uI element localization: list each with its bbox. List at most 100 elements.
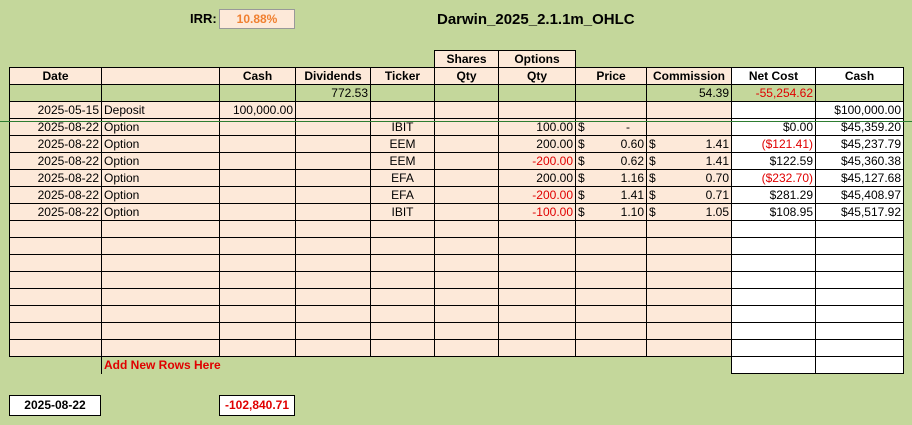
empty-cell[interactable]: [498, 237, 576, 255]
cell-date[interactable]: 2025-08-22: [9, 135, 102, 153]
empty-cell[interactable]: [9, 271, 102, 289]
empty-cell[interactable]: [498, 305, 576, 323]
empty-cell[interactable]: [434, 305, 499, 323]
empty-cell[interactable]: [646, 254, 732, 272]
summary-date-cell[interactable]: 2025-08-22: [9, 395, 101, 416]
cell-options-qty[interactable]: 200.00: [498, 135, 576, 153]
empty-cell[interactable]: [219, 339, 296, 357]
empty-cell[interactable]: [498, 322, 576, 340]
header-commission[interactable]: Commission: [646, 67, 732, 85]
header-shares[interactable]: Shares: [434, 50, 499, 68]
empty-cell[interactable]: [101, 220, 220, 238]
empty-cell[interactable]: [101, 305, 220, 323]
cell-options-qty[interactable]: -200.00: [498, 186, 576, 204]
cell-cash[interactable]: 100,000.00: [219, 101, 296, 119]
empty-cell[interactable]: [101, 237, 220, 255]
empty-cell[interactable]: [815, 339, 904, 357]
empty-cell[interactable]: [575, 271, 647, 289]
empty-cell[interactable]: [9, 254, 102, 272]
cell-date[interactable]: 2025-08-22: [9, 203, 102, 221]
empty-cell[interactable]: [295, 305, 371, 323]
cell-type[interactable]: Option: [101, 135, 220, 153]
empty-cell[interactable]: [219, 271, 296, 289]
cell-options-qty[interactable]: -200.00: [498, 152, 576, 170]
cell-price[interactable]: $1.16: [575, 169, 647, 187]
empty-cell[interactable]: [731, 356, 816, 374]
empty-cell[interactable]: [731, 305, 816, 323]
cell-dividends[interactable]: [295, 135, 371, 153]
empty-cell[interactable]: [815, 254, 904, 272]
cell-type[interactable]: Option: [101, 152, 220, 170]
empty-cell[interactable]: [219, 237, 296, 255]
header-cash-balance[interactable]: Cash: [815, 67, 904, 85]
empty-cell[interactable]: [731, 220, 816, 238]
empty-cell[interactable]: [370, 254, 435, 272]
cell-ticker[interactable]: EEM: [370, 152, 435, 170]
cell-type[interactable]: Deposit: [101, 101, 220, 119]
cell-net-cost[interactable]: [731, 101, 816, 119]
empty-cell[interactable]: [575, 254, 647, 272]
header-shares-qty[interactable]: Qty: [434, 67, 499, 85]
header-date[interactable]: Date: [9, 67, 102, 85]
empty-cell[interactable]: [575, 288, 647, 306]
empty-cell[interactable]: [434, 220, 499, 238]
header-options[interactable]: Options: [498, 50, 576, 68]
cell-commission[interactable]: $1.05: [646, 203, 732, 221]
cell-options-qty[interactable]: -100.00: [498, 203, 576, 221]
cell-cash-balance[interactable]: $45,408.97: [815, 186, 904, 204]
empty-cell[interactable]: [498, 271, 576, 289]
cell-shares-qty[interactable]: [434, 101, 499, 119]
summary-total-cell[interactable]: -102,840.71: [219, 395, 295, 416]
cell-commission[interactable]: $1.41: [646, 152, 732, 170]
total-commission[interactable]: 54.39: [646, 84, 732, 102]
empty-cell[interactable]: [370, 305, 435, 323]
header-dividends[interactable]: Dividends: [295, 67, 371, 85]
empty-cell[interactable]: [370, 220, 435, 238]
empty-cell[interactable]: [731, 271, 816, 289]
empty-cell[interactable]: [731, 322, 816, 340]
cell-date[interactable]: 2025-08-22: [9, 186, 102, 204]
empty-cell[interactable]: [101, 271, 220, 289]
empty-cell[interactable]: [575, 322, 647, 340]
cell-shares-qty[interactable]: [434, 203, 499, 221]
cell-commission[interactable]: $1.41: [646, 135, 732, 153]
empty-cell[interactable]: [434, 322, 499, 340]
empty-cell[interactable]: [731, 254, 816, 272]
cell-cash-balance[interactable]: $100,000.00: [815, 101, 904, 119]
empty-cell[interactable]: [498, 220, 576, 238]
empty-cell[interactable]: [219, 322, 296, 340]
empty-cell[interactable]: [815, 305, 904, 323]
empty-cell[interactable]: [370, 271, 435, 289]
empty-cell[interactable]: [646, 322, 732, 340]
header-net-cost[interactable]: Net Cost: [731, 67, 816, 85]
empty-cell[interactable]: [815, 237, 904, 255]
cell-dividends[interactable]: [295, 152, 371, 170]
cell-net-cost[interactable]: ($121.41): [731, 135, 816, 153]
empty-cell[interactable]: [434, 237, 499, 255]
empty-cell[interactable]: [219, 254, 296, 272]
cell-shares-qty[interactable]: [434, 135, 499, 153]
cell-cash[interactable]: [219, 203, 296, 221]
cell-price[interactable]: $0.60: [575, 135, 647, 153]
empty-cell[interactable]: [434, 271, 499, 289]
cell-type[interactable]: Option: [101, 169, 220, 187]
empty-cell[interactable]: [731, 288, 816, 306]
cell-shares-qty[interactable]: [434, 169, 499, 187]
header-price[interactable]: Price: [575, 67, 647, 85]
empty-cell[interactable]: [646, 220, 732, 238]
cell-dividends[interactable]: [295, 169, 371, 187]
empty-cell[interactable]: [370, 237, 435, 255]
empty-cell[interactable]: [498, 339, 576, 357]
empty-cell[interactable]: [815, 322, 904, 340]
cell-ticker[interactable]: IBIT: [370, 203, 435, 221]
cell-cash[interactable]: [219, 186, 296, 204]
empty-cell[interactable]: [575, 305, 647, 323]
empty-cell[interactable]: [9, 305, 102, 323]
empty-cell[interactable]: [101, 288, 220, 306]
cell-date[interactable]: 2025-05-15: [9, 101, 102, 119]
cell-commission[interactable]: $0.70: [646, 169, 732, 187]
cell-options-qty[interactable]: [498, 101, 576, 119]
cell-ticker[interactable]: [370, 101, 435, 119]
cell-cash[interactable]: [219, 135, 296, 153]
cell-cash[interactable]: [219, 152, 296, 170]
